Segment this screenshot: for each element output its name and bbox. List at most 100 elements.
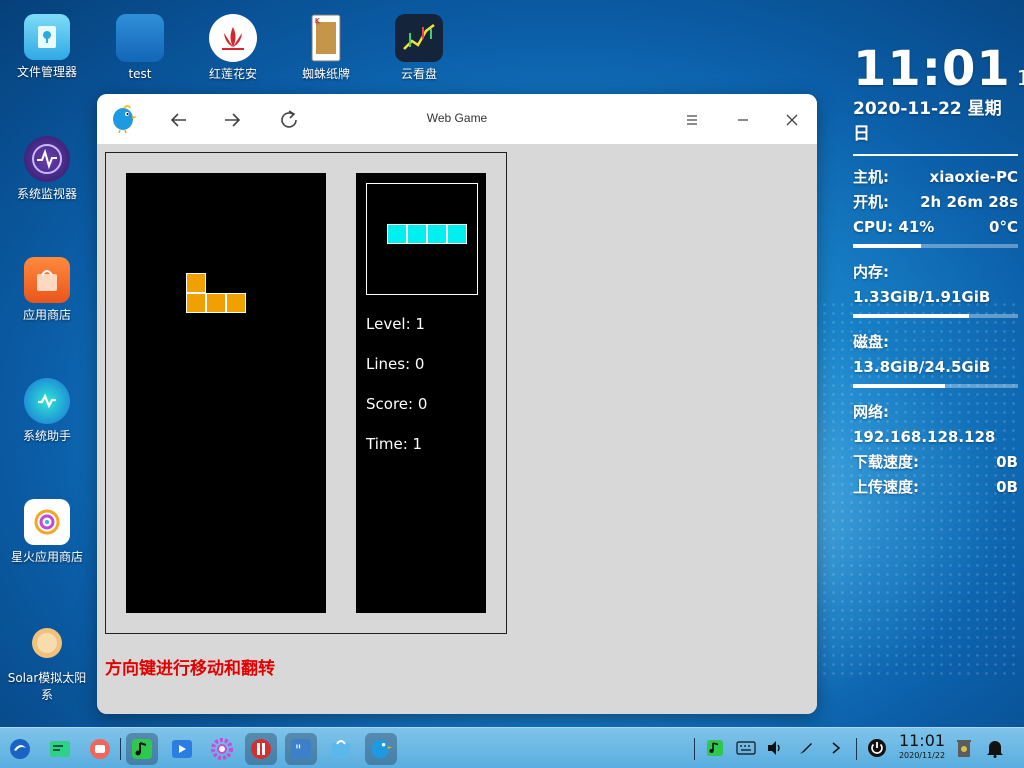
web-content: Level: 1 Lines: 0 Score: 0 Time: 1 方向键进行… [97,144,817,714]
minimize-icon [738,119,748,121]
quote-app-button[interactable]: " [285,733,317,765]
solar-sim-label: Solar模拟太阳系 [7,671,87,702]
widget-clock: 11:01 [853,41,1011,97]
cpu-label: CPU: 41% [853,218,935,236]
pen-icon[interactable] [796,738,816,758]
volume-icon[interactable] [765,738,785,758]
app-store-icon [24,257,70,303]
piece-cell [186,293,206,313]
stock-chart-icon [395,14,443,62]
controls-hint: 方向键进行移动和翻转 [105,659,275,679]
web-game-window: Web Game Level: 1 Lines: 0 Score: 0 Time… [97,94,817,714]
yunkanpan-label: 云看盘 [400,67,437,81]
close-button[interactable] [778,106,806,134]
sun-icon [24,620,70,666]
taskbar-clock[interactable]: 11:01 2020/11/22 [894,732,950,762]
red-circle-app-icon [251,739,271,759]
desktop-icon-spider-solitaire[interactable]: K 蜘蛛纸牌 [286,14,366,83]
taskbar-time: 11:01 [898,731,946,750]
next-piece-cell [407,224,427,244]
widget-disk-row: 磁盘: 13.8GiB/24.5GiB [853,330,1018,380]
up-value: 0B [996,478,1018,496]
widget-host-row: 主机: xiaoxie-PC [853,165,1018,190]
svg-text:K: K [315,17,320,25]
next-piece-cell [427,224,447,244]
desktop-icon-spark-store[interactable]: 星火应用商店 [7,499,87,566]
file-manager-icon [24,14,70,60]
video-icon [172,740,192,758]
window-titlebar[interactable]: Web Game [97,94,817,144]
uptime-label: 开机: [853,193,889,211]
spider-solitaire-label: 蜘蛛纸牌 [301,67,350,81]
screen-record-icon [90,739,110,759]
desktop-icon-system-monitor[interactable]: 系统监视器 [7,136,87,203]
cpu-bar [853,244,1018,248]
host-value: xiaoxie-PC [929,168,1018,186]
widget-up-row: 上传速度: 0B [853,475,1018,500]
tetris-game-frame: Level: 1 Lines: 0 Score: 0 Time: 1 [105,152,507,634]
time-text: Time: 1 [366,435,423,453]
menu-button[interactable] [678,106,706,134]
piece-cell [206,293,226,313]
desktop-icon-app-store[interactable]: 应用商店 [7,257,87,324]
redlotus-label: 红莲花安 [208,67,257,81]
mem-bar-fill [853,314,969,318]
widget-mem-row: 内存: 1.33GiB/1.91GiB [853,260,1018,310]
desktop-icon-solar-sim[interactable]: Solar模拟太阳系 [7,620,87,704]
system-info-widget: 11:01 11 2020-11-22 星期日 主机: xiaoxie-PC 开… [853,41,1024,500]
piece-cell [186,273,206,293]
desktop-icon-test-folder[interactable]: test [100,14,180,83]
system-assistant-icon [24,378,70,424]
next-piece-preview [366,183,478,295]
desktop-icon-system-assistant[interactable]: 系统助手 [7,378,87,445]
folder-icon [116,14,164,62]
hamburger-icon [687,115,697,125]
store-bag-icon [332,740,350,758]
system-assistant-label: 系统助手 [22,429,71,443]
tray-music-icon[interactable] [705,738,725,758]
redlotus-taskbar-button[interactable] [245,733,277,765]
bird-icon [371,739,393,759]
down-label: 下载速度: [853,453,919,471]
web-game-taskbar-button[interactable] [365,733,397,765]
disk-bar [853,384,1018,388]
taskbar-separator [120,738,121,760]
window-title: Web Game [426,111,488,125]
playing-card-icon: K [302,14,350,62]
power-icon[interactable] [867,738,887,758]
widget-cpu-row: CPU: 41% 0°C [853,215,1018,240]
music-icon [132,739,152,759]
app-store-taskbar-button[interactable] [325,733,357,765]
tetris-board[interactable] [126,173,326,613]
widget-date: 2020-11-22 星期日 [853,99,1002,144]
screen-recorder-button[interactable] [84,733,116,765]
temp-value: 0°C [989,218,1018,236]
svg-text:": " [295,743,301,759]
widget-net-row: 网络: 192.168.128.128 [853,400,1018,450]
desktop-icon-file-manager[interactable]: 文件管理器 [7,14,87,81]
multitask-button[interactable] [44,733,76,765]
multitask-icon [50,741,70,757]
tetris-side-panel: Level: 1 Lines: 0 Score: 0 Time: 1 [356,173,486,613]
deepin-logo-icon [10,739,30,759]
widget-seconds: 11 [1016,66,1024,90]
keyboard-icon[interactable] [736,738,756,758]
up-label: 上传速度: [853,478,919,496]
settings-button[interactable] [206,733,238,765]
music-app-button[interactable] [126,733,158,765]
taskbar: " 11:01 2020/11/22 [0,727,1024,768]
gear-icon [211,738,233,760]
desktop-icon-redlotus[interactable]: 红莲花安 [193,14,273,83]
file-manager-label: 文件管理器 [16,65,77,79]
quote-icon: " [291,739,311,759]
chevron-right-icon[interactable] [826,738,846,758]
desktop-icon-yunkanpan[interactable]: 云看盘 [379,14,459,83]
launcher-button[interactable] [4,733,36,765]
next-piece-cell [447,224,467,244]
minimize-button[interactable] [729,106,757,134]
trash-icon[interactable] [954,738,974,758]
system-monitor-label: 系统监视器 [16,187,77,201]
test-folder-label: test [128,67,152,81]
notification-bell-icon[interactable] [985,738,1005,758]
video-app-button[interactable] [166,733,198,765]
